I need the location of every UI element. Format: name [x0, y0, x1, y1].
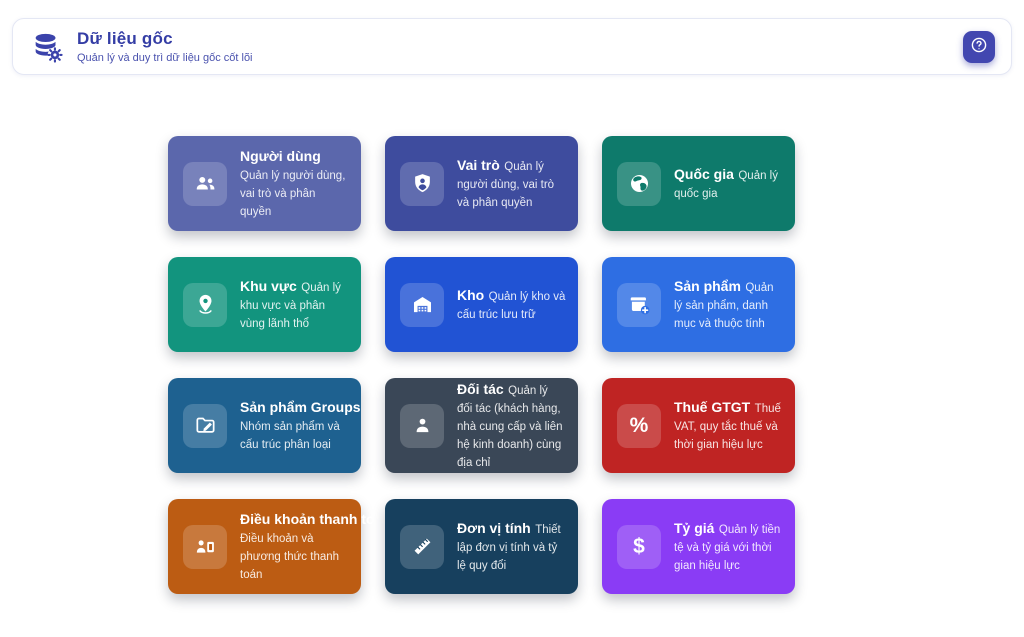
header-text: Dữ liệu gốc Quản lý và duy trì dữ liệu g…	[77, 29, 253, 64]
help-button[interactable]	[963, 31, 995, 63]
card-description: Điều khoản và phương thức thanh toán	[240, 533, 339, 581]
card-description: Quản lý đối tác (khách hàng, nhà cung cấ…	[457, 385, 563, 469]
page-header: Dữ liệu gốc Quản lý và duy trì dữ liệu g…	[12, 18, 1012, 75]
product-add-icon	[617, 283, 661, 327]
card-text: Điều khoản thanh to... Điều khoản và phư…	[240, 511, 349, 583]
card-title: Tỷ giá	[674, 520, 714, 536]
card-title: Khu vực	[240, 278, 297, 294]
card-percent[interactable]: % Thuế GTGT Thuế VAT, quy tắc thuế và th…	[602, 378, 795, 473]
card-title: Thuế GTGT	[674, 399, 750, 415]
ruler-icon	[400, 525, 444, 569]
shield-user-icon	[400, 162, 444, 206]
card-title: Vai trò	[457, 157, 500, 173]
map-pin-icon	[183, 283, 227, 327]
card-users[interactable]: Người dùng Quản lý người dùng, vai trò v…	[168, 136, 361, 231]
card-dollar[interactable]: $ Tỷ giá Quản lý tiền tệ và tỷ giá với t…	[602, 499, 795, 594]
card-text: Tỷ giá Quản lý tiền tệ và tỷ giá với thờ…	[674, 520, 783, 574]
card-title: Kho	[457, 287, 484, 303]
card-title: Sản phẩm Groups	[240, 399, 361, 415]
card-text: Đối tác Quản lý đối tác (khách hàng, nhà…	[457, 381, 566, 471]
card-title: Đơn vị tính	[457, 520, 531, 536]
card-ruler[interactable]: Đơn vị tính Thiết lập đơn vị tính và tỷ …	[385, 499, 578, 594]
help-icon	[969, 35, 989, 58]
card-text: Đơn vị tính Thiết lập đơn vị tính và tỷ …	[457, 520, 566, 574]
page-title: Dữ liệu gốc	[77, 29, 253, 49]
card-text: Vai trò Quản lý người dùng, vai trò và p…	[457, 157, 566, 211]
folder-edit-icon	[183, 404, 227, 448]
card-folder-edit[interactable]: Sản phẩm Groups Nhóm sản phẩm và cấu trú…	[168, 378, 361, 473]
card-text: Quốc gia Quản lý quốc gia	[674, 166, 783, 202]
card-text: Thuế GTGT Thuế VAT, quy tắc thuế và thời…	[674, 399, 783, 453]
card-shield-user[interactable]: Vai trò Quản lý người dùng, vai trò và p…	[385, 136, 578, 231]
card-description: Nhóm sản phẩm và cấu trúc phân loại	[240, 421, 340, 451]
payment-terms-icon	[183, 525, 227, 569]
card-product-add[interactable]: Sản phẩm Quản lý sản phẩm, danh mục và t…	[602, 257, 795, 352]
card-grid: Người dùng Quản lý người dùng, vai trò v…	[168, 136, 795, 594]
card-text: Khu vực Quản lý khu vực và phân vùng lãn…	[240, 278, 349, 332]
page-subtitle: Quản lý và duy trì dữ liệu gốc cốt lõi	[77, 52, 253, 64]
card-text: Sản phẩm Groups Nhóm sản phẩm và cấu trú…	[240, 399, 349, 453]
percent-icon: %	[617, 404, 661, 448]
warehouse-icon	[400, 283, 444, 327]
card-map-pin[interactable]: Khu vực Quản lý khu vực và phân vùng lãn…	[168, 257, 361, 352]
card-text: Người dùng Quản lý người dùng, vai trò v…	[240, 148, 349, 220]
card-description: Quản lý người dùng, vai trò và phân quyề…	[240, 170, 345, 218]
dollar-icon: $	[617, 525, 661, 569]
card-title: Người dùng	[240, 148, 321, 164]
card-title: Đối tác	[457, 381, 504, 397]
card-text: Kho Quản lý kho và cấu trúc lưu trữ	[457, 287, 566, 323]
card-globe[interactable]: Quốc gia Quản lý quốc gia	[602, 136, 795, 231]
card-title: Quốc gia	[674, 166, 734, 182]
card-title: Điều khoản thanh to...	[240, 511, 386, 527]
card-contact[interactable]: Đối tác Quản lý đối tác (khách hàng, nhà…	[385, 378, 578, 473]
database-gear-icon	[29, 29, 65, 65]
card-warehouse[interactable]: Kho Quản lý kho và cấu trúc lưu trữ	[385, 257, 578, 352]
card-title: Sản phẩm	[674, 278, 741, 294]
card-payment-terms[interactable]: Điều khoản thanh to... Điều khoản và phư…	[168, 499, 361, 594]
users-icon	[183, 162, 227, 206]
contact-icon	[400, 404, 444, 448]
card-text: Sản phẩm Quản lý sản phẩm, danh mục và t…	[674, 278, 783, 332]
globe-icon	[617, 162, 661, 206]
